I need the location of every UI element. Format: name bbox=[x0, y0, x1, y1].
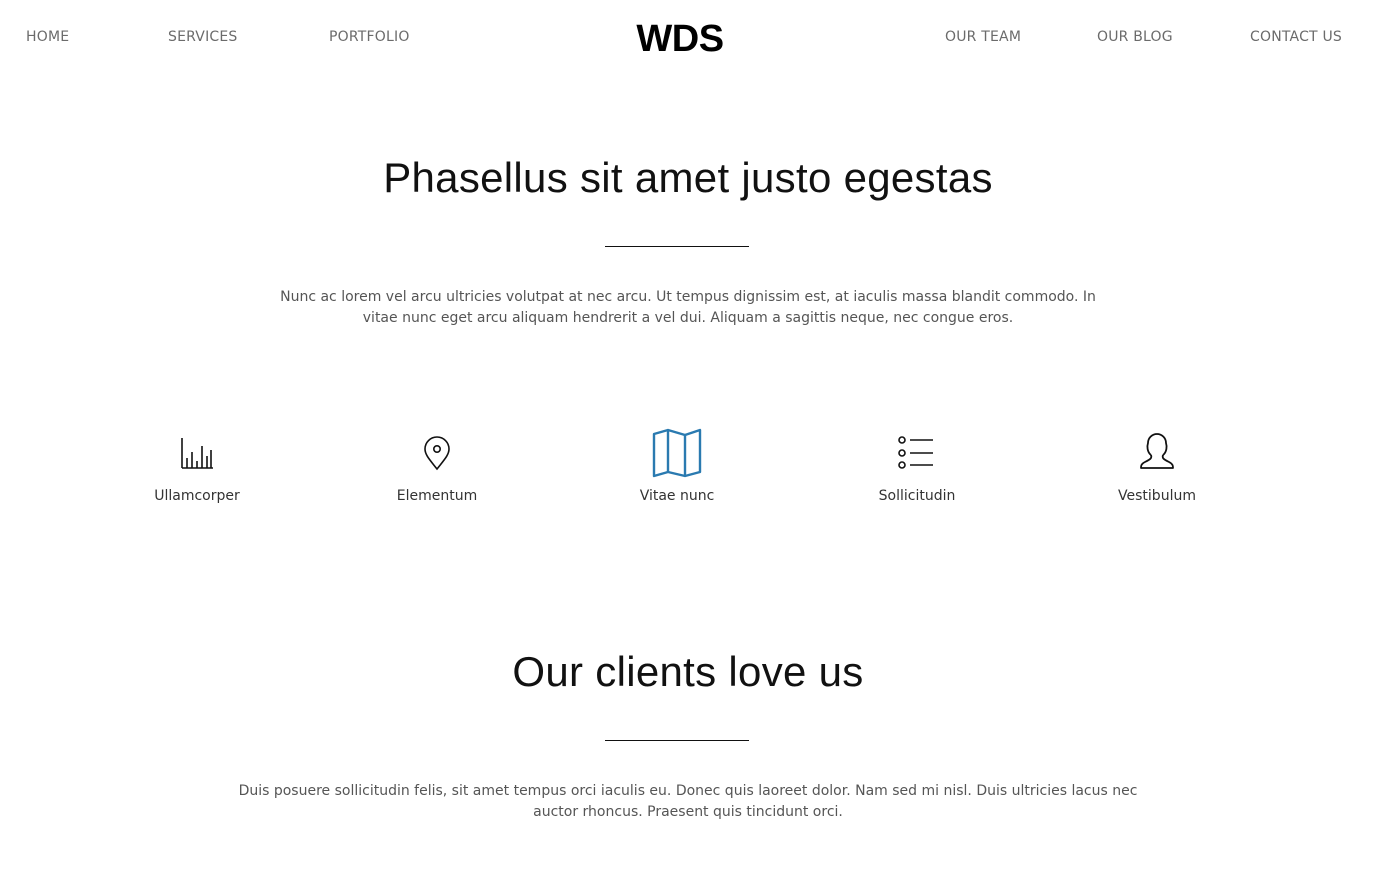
intro-text-line-1: Nunc ac lorem vel arcu ultricies volutpa… bbox=[280, 289, 1096, 305]
clients-text: Duis posuere sollicitudin felis, sit ame… bbox=[188, 781, 1188, 823]
feature-label: Vitae nunc bbox=[639, 488, 715, 504]
intro-text: Nunc ac lorem vel arcu ultricies volutpa… bbox=[248, 287, 1128, 329]
feature-label: Vestibulum bbox=[1118, 488, 1196, 504]
bar-chart-icon bbox=[181, 438, 213, 469]
clients-title: Our clients love us bbox=[512, 648, 864, 695]
feature-vestibulum[interactable]: Vestibulum bbox=[1077, 428, 1237, 504]
nav-our-blog-link[interactable]: OUR BLOG bbox=[1097, 29, 1173, 45]
user-icon bbox=[1140, 433, 1174, 469]
clients-divider bbox=[605, 740, 749, 741]
nav-our-team-link[interactable]: OUR TEAM bbox=[945, 29, 1021, 45]
location-pin-icon bbox=[424, 436, 450, 471]
top-navigation: HOME SERVICES PORTFOLIO WDS OUR TEAM OUR… bbox=[0, 0, 1376, 76]
site-logo[interactable]: WDS bbox=[633, 18, 727, 60]
feature-label: Sollicitudin bbox=[878, 488, 956, 504]
intro-divider bbox=[605, 246, 749, 247]
feature-ullamcorper[interactable]: Ullamcorper bbox=[117, 428, 277, 504]
feature-sollicitudin[interactable]: Sollicitudin bbox=[837, 428, 997, 504]
feature-label: Elementum bbox=[396, 488, 478, 504]
clients-text-line-2: auctor rhoncus. Praesent quis tincidunt … bbox=[533, 804, 843, 820]
clients-text-line-1: Duis posuere sollicitudin felis, sit ame… bbox=[238, 783, 1138, 799]
intro-title: Phasellus sit amet justo egestas bbox=[383, 154, 993, 201]
map-icon bbox=[652, 428, 702, 478]
intro-text-line-2: vitae nunc eget arcu aliquam hendrerit a… bbox=[362, 310, 1014, 326]
nav-portfolio-link[interactable]: PORTFOLIO bbox=[329, 29, 410, 45]
feature-vitae-nunc[interactable]: Vitae nunc bbox=[597, 428, 757, 504]
feature-label: Ullamcorper bbox=[154, 488, 240, 504]
feature-elementum[interactable]: Elementum bbox=[357, 428, 517, 504]
list-icon bbox=[898, 436, 933, 469]
nav-contact-us-link[interactable]: CONTACT US bbox=[1250, 29, 1342, 45]
nav-home-link[interactable]: HOME bbox=[26, 29, 69, 45]
nav-services-link[interactable]: SERVICES bbox=[168, 29, 238, 45]
